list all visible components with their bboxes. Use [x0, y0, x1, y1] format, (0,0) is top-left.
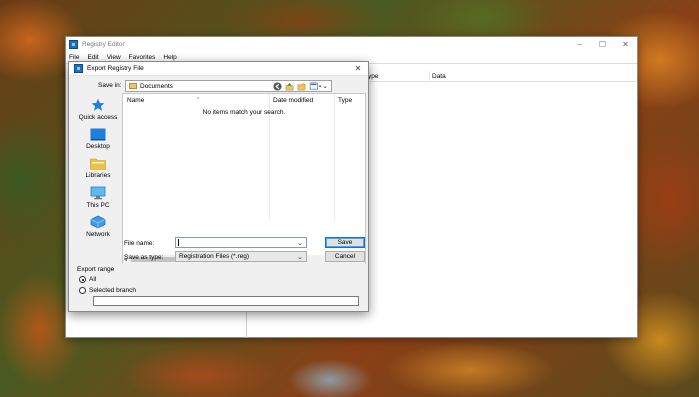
column-data[interactable]: Data [432, 73, 446, 80]
place-label: This PC [86, 202, 110, 209]
save-in-value: Documents [140, 82, 173, 90]
radio-all[interactable]: All [79, 276, 96, 283]
place-network[interactable]: Network [73, 215, 123, 238]
documents-folder-icon [129, 83, 137, 89]
registry-app-icon [69, 40, 78, 49]
text-cursor [178, 239, 179, 246]
star-icon [91, 98, 105, 112]
save-as-type-dropdown[interactable]: Registration Files (*.reg) ⌄ [175, 251, 307, 262]
maximize-button[interactable]: ☐ [591, 37, 614, 52]
menu-file[interactable]: File [69, 54, 79, 61]
up-folder-icon[interactable] [283, 80, 295, 92]
radio-indicator [79, 287, 86, 294]
radio-label: All [89, 276, 97, 283]
chevron-down-icon[interactable]: ⌄ [297, 239, 303, 247]
column-type[interactable]: ype [368, 73, 378, 80]
export-registry-dialog: Export Registry File ✕ Save in: Document… [68, 61, 369, 312]
place-label: Desktop [86, 143, 110, 150]
export-range-group: Export range All Selected branch [69, 263, 368, 312]
menu-view[interactable]: View [107, 54, 121, 61]
cancel-button[interactable]: Cancel [325, 251, 365, 262]
dialog-titlebar: Export Registry File ✕ [69, 62, 368, 76]
place-desktop[interactable]: Desktop [73, 128, 123, 150]
place-this-pc[interactable]: This PC [73, 186, 123, 209]
selected-branch-input[interactable] [93, 296, 359, 306]
column-date-modified[interactable]: Date modified [273, 97, 313, 104]
empty-message: No items match your search. [202, 109, 286, 116]
file-name-label: File name: [124, 240, 155, 247]
network-icon [90, 215, 106, 229]
menu-edit[interactable]: Edit [87, 54, 98, 61]
minimize-button[interactable]: – [568, 37, 591, 52]
menu-favorites[interactable]: Favorites [129, 54, 156, 61]
column-type[interactable]: Type [338, 97, 352, 104]
close-button[interactable]: ✕ [614, 37, 637, 52]
dialog-app-icon [74, 64, 83, 73]
save-as-type-label: Save as type: [124, 254, 164, 261]
computer-icon [90, 186, 106, 200]
column-separator[interactable] [429, 71, 430, 82]
save-in-label: Save in: [98, 82, 122, 89]
registry-editor-titlebar: Registry Editor – ☐ ✕ [66, 37, 637, 52]
view-menu-icon[interactable] [308, 80, 324, 92]
place-label: Network [86, 231, 110, 238]
export-range-label: Export range [77, 266, 115, 273]
menu-help[interactable]: Help [163, 54, 176, 61]
dialog-close-button[interactable]: ✕ [348, 64, 368, 73]
radio-label: Selected branch [89, 287, 136, 294]
back-icon[interactable] [271, 80, 283, 92]
places-bar: Quick access Desktop Libraries This PC N… [73, 94, 123, 262]
chevron-down-icon: ⌄ [297, 254, 303, 261]
new-folder-icon[interactable] [295, 80, 307, 92]
radio-indicator [79, 276, 86, 283]
place-label: Libraries [85, 172, 111, 179]
radio-selected-branch[interactable]: Selected branch [79, 287, 136, 294]
place-libraries[interactable]: Libraries [73, 157, 123, 179]
file-name-input[interactable]: ⌄ [175, 237, 307, 248]
column-name[interactable]: Name [127, 97, 144, 104]
save-button[interactable]: Save [325, 237, 365, 248]
desktop-icon [90, 128, 106, 141]
place-label: Quick access [78, 114, 118, 121]
file-list-header: ^ Name Date modified Type [123, 94, 365, 106]
dialog-title: Export Registry File [87, 65, 144, 72]
place-quick-access[interactable]: Quick access [73, 98, 123, 121]
save-in-row: Save in: Documents ⌄ [69, 80, 368, 92]
registry-editor-title: Registry Editor [82, 41, 125, 48]
save-as-type-value: Registration Files (*.reg) [179, 253, 250, 260]
sort-caret-icon: ^ [197, 97, 200, 103]
libraries-icon [90, 157, 106, 170]
